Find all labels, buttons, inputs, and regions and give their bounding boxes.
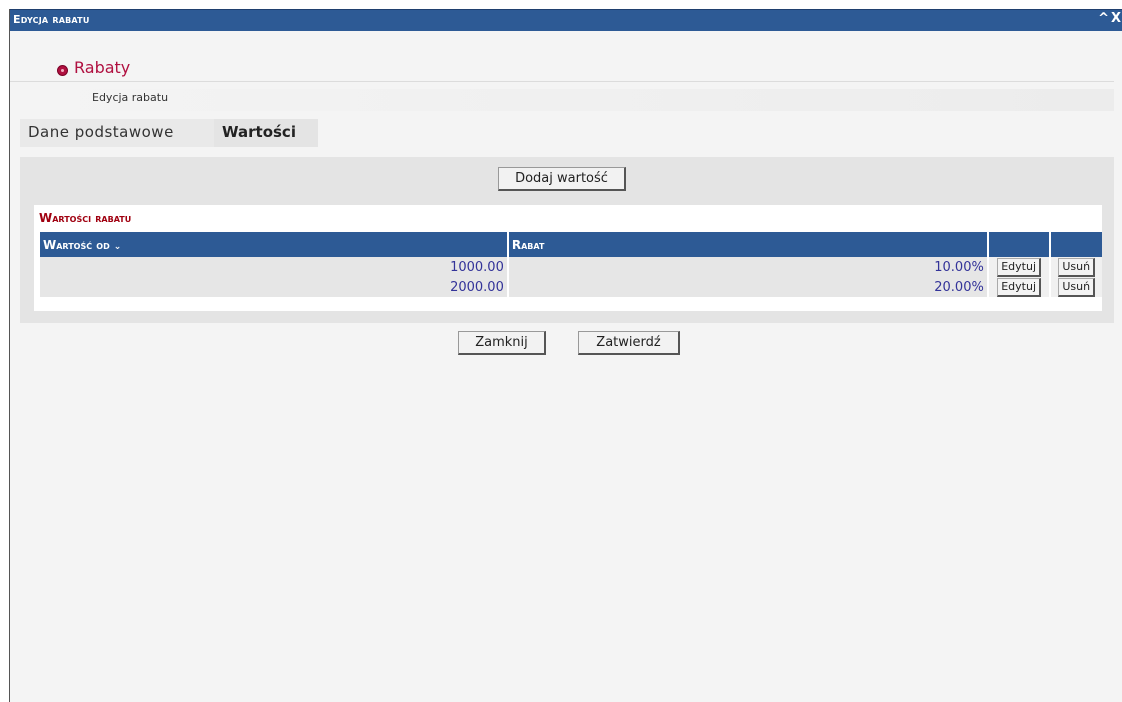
table-row: 1000.00 10.00% Edytuj Usuń [40,257,1102,277]
column-header-discount[interactable]: Rabat [508,232,987,257]
tab-wartosci[interactable]: Wartości [214,119,318,147]
cell-discount: 20.00% [508,277,987,297]
column-header-edit [988,232,1050,257]
table-header-row: Wartość od ⌄ Rabat [40,232,1102,257]
table-row: 2000.00 20.00% Edytuj Usuń [40,277,1102,297]
column-header-delete [1051,232,1102,257]
add-value-button[interactable]: Dodaj wartość [498,167,626,191]
minimize-icon[interactable]: ^ [1097,11,1110,26]
close-button[interactable]: Zamknij [458,331,546,355]
cell-value-from: 1000.00 [40,257,507,277]
subtitle-bar: Edycja rabatu [10,89,1114,111]
delete-row-button[interactable]: Usuń [1058,257,1096,277]
divider [10,81,1114,82]
values-panel: Dodaj wartość Wartości rabatu Wartość od… [20,157,1114,323]
confirm-button[interactable]: Zatwierdź [578,331,680,355]
dialog-window: Edycja rabatu ^ X Rabaty Edycja rabatu Da… [9,9,1122,702]
values-table: Wartość od ⌄ Rabat 1000.00 10.00% Edytuj … [38,232,1104,297]
section-title: Rabaty [74,58,131,77]
grid-title: Wartości rabatu [39,211,132,225]
close-icon[interactable]: X [1110,11,1122,26]
cell-value-from: 2000.00 [40,277,507,297]
discount-values-grid: Wartości rabatu Wartość od ⌄ Rabat 1000.0… [34,205,1102,311]
delete-row-button[interactable]: Usuń [1058,277,1096,297]
page-subtitle: Edycja rabatu [92,91,169,104]
tab-dane-podstawowe[interactable]: Dane podstawowe [20,119,214,147]
edit-row-button[interactable]: Edytuj [997,277,1042,297]
window-controls: ^ X [1097,11,1122,26]
bullet-icon [57,65,68,76]
window-title: Edycja rabatu [13,13,90,26]
column-header-value-from[interactable]: Wartość od ⌄ [40,232,507,257]
window-titlebar[interactable]: Edycja rabatu ^ X [10,9,1122,31]
sort-desc-icon[interactable]: ⌄ [114,242,122,252]
edit-row-button[interactable]: Edytuj [997,257,1042,277]
cell-discount: 10.00% [508,257,987,277]
tab-bar: Dane podstawowe Wartości [10,119,1122,147]
page-header: Rabaty [10,31,1122,89]
